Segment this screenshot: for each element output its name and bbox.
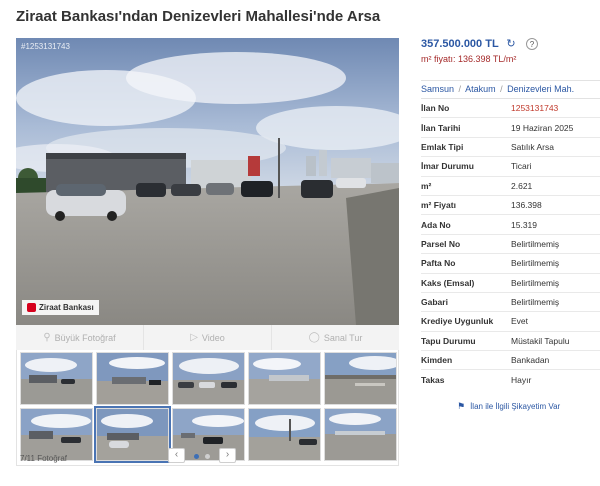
detail-row: m² 2.621 [421, 177, 600, 196]
detail-label: m² [421, 180, 432, 191]
detail-label: m² Fiyatı [421, 200, 456, 211]
detail-value: Belirtilmemiş [511, 297, 560, 308]
detail-row: Emlak Tipi Satılık Arsa [421, 138, 600, 158]
detail-row: Gabari Belirtilmemiş [421, 293, 600, 313]
video-button[interactable]: ▷ Video [144, 325, 272, 350]
bank-logo-text: Ziraat Bankası [39, 303, 94, 312]
detail-label: Ada No [421, 219, 451, 230]
parking-lot-photo [16, 38, 399, 325]
thumbnail[interactable] [20, 352, 93, 405]
thumbnail[interactable] [172, 352, 245, 405]
listing-details: İlan No 1253131743 İlan Tarihi 19 Haziran … [421, 99, 600, 390]
detail-value: Hayır [511, 375, 532, 386]
detail-row: Parsel No Belirtilmemiş [421, 235, 600, 255]
detail-row: Ada No 15.319 [421, 215, 600, 235]
breadcrumb-district[interactable]: Atakum [465, 84, 496, 94]
price-history-icon[interactable]: ↻ [505, 38, 517, 50]
detail-value: 19 Haziran 2025 [511, 122, 574, 133]
breadcrumb-neighborhood[interactable]: Denizevleri Mah. [507, 84, 574, 94]
detail-value: Belirtilmemiş [511, 238, 560, 249]
detail-label: İmar Durumu [421, 161, 474, 172]
detail-row: Tapu Durumu Müstakil Tapulu [421, 332, 600, 352]
photo-count: 7/11 Fotoğraf [20, 454, 67, 463]
price: 357.500.000 TL [421, 38, 499, 50]
flag-icon: ⚑ [457, 401, 466, 411]
detail-value: Satılık Arsa [511, 141, 554, 152]
help-icon[interactable]: ? [526, 38, 538, 50]
detail-value: Belirtilmemiş [511, 258, 560, 269]
detail-label: Kaks (Emsal) [421, 277, 475, 288]
breadcrumb-city[interactable]: Samsun [421, 84, 454, 94]
detail-row: m² Fiyatı 136.398 [421, 196, 600, 216]
detail-value: Evet [511, 316, 529, 327]
detail-row: Krediye Uygunluk Evet [421, 312, 600, 332]
virtual-tour-button[interactable]: ◯ Sanal Tur [272, 325, 399, 350]
detail-row: Kaks (Emsal) Belirtilmemiş [421, 274, 600, 293]
gallery-prev-button[interactable]: ‹ [168, 448, 185, 463]
detail-row: Takas Hayır [421, 370, 600, 389]
detail-value: Müstakil Tapulu [511, 335, 570, 346]
detail-value: 136.398 [511, 200, 542, 211]
detail-row: Pafta No Belirtilmemiş [421, 254, 600, 274]
detail-row: Kimden Bankadan [421, 351, 600, 371]
detail-row: İlan Tarihi 19 Haziran 2025 [421, 118, 600, 138]
bank-logo-mark [27, 303, 36, 312]
detail-label: Takas [421, 375, 445, 386]
gallery-page-dot-active[interactable] [194, 454, 199, 459]
thumbnail[interactable] [248, 352, 321, 405]
gallery-next-button[interactable]: › [219, 448, 236, 463]
detail-label: İlan No [421, 103, 450, 114]
photo-id-watermark: #1253131743 [21, 42, 70, 51]
magnifier-icon: ⚲ [43, 332, 51, 343]
big-photo-label: Büyük Fotoğraf [54, 332, 116, 343]
gallery-footer: 7/11 Fotoğraf ‹ › [16, 446, 399, 466]
listing-number: 1253131743 [511, 103, 559, 114]
detail-label: Emlak Tipi [421, 141, 464, 152]
detail-label: Pafta No [421, 258, 456, 269]
virtual-tour-label: Sanal Tur [323, 332, 363, 343]
media-bar: ⚲ Büyük Fotoğraf ▷ Video ◯ Sanal Tur [16, 325, 399, 350]
detail-label: İlan Tarihi [421, 122, 461, 133]
detail-label: Tapu Durumu [421, 335, 476, 346]
detail-label: Krediye Uygunluk [421, 316, 494, 327]
detail-value: Bankadan [511, 355, 550, 366]
detail-value: 2.621 [511, 180, 533, 191]
detail-row: İmar Durumu Ticari [421, 157, 600, 177]
thumbnail[interactable] [96, 352, 169, 405]
detail-label: Kimden [421, 355, 453, 366]
360-icon: ◯ [308, 332, 320, 343]
main-photo[interactable]: #1253131743 Ziraat Bankası [16, 38, 399, 325]
video-label: Video [201, 332, 225, 343]
complaint-label: İlan ile İlgili Şikayetim Var [470, 402, 561, 411]
complaint-link[interactable]: ⚑ İlan ile İlgili Şikayetim Var [457, 401, 560, 412]
big-photo-button[interactable]: ⚲ Büyük Fotoğraf [16, 325, 144, 350]
location-breadcrumb: Samsun / Atakum / Denizevleri Mah. [421, 80, 600, 99]
detail-label: Gabari [421, 297, 448, 308]
gallery-page-dot[interactable] [205, 454, 210, 459]
detail-label: Parsel No [421, 238, 461, 249]
thumbnail[interactable] [324, 352, 397, 405]
detail-value: 15.319 [511, 219, 537, 230]
bank-logo: Ziraat Bankası [22, 300, 99, 315]
listing-title: Ziraat Bankası'ndan Denizevleri Mahalles… [16, 8, 381, 25]
play-icon: ▷ [190, 332, 198, 343]
detail-row: İlan No 1253131743 [421, 99, 600, 119]
unit-price: m² fiyatı: 136.398 TL/m² [421, 54, 517, 64]
detail-value: Belirtilmemiş [511, 277, 560, 288]
detail-value: Ticari [511, 161, 532, 172]
